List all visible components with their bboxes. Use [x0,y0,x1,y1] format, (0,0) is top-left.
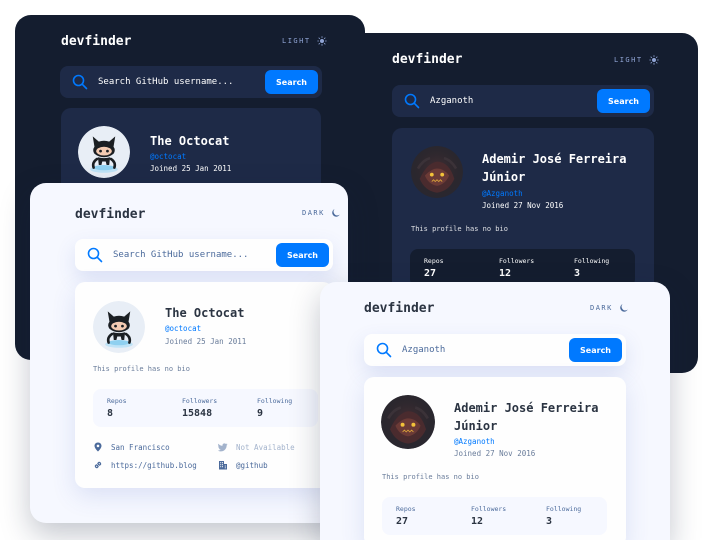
search-input[interactable]: Azganoth [402,345,569,355]
sun-icon [317,36,327,46]
theme-toggle-dark[interactable]: DARK [302,208,341,218]
theme-toggle-label: DARK [302,209,325,217]
profile-links: San Francisco Not Available https://gith… [93,442,328,470]
profile-avatar [411,146,463,198]
stat-label: Repos [107,397,127,405]
theme-toggle-label: LIGHT [614,56,643,64]
profile-avatar [93,301,145,353]
stat-value: 3 [574,268,581,279]
stat-label: Following [574,257,610,265]
profile-name-line-1: Ademir José Ferreira [454,401,599,415]
search-icon [404,93,420,109]
profile-stats: Repos 27 Followers 12 Following 3 [382,497,607,535]
profile-handle[interactable]: @Azganoth [454,437,495,446]
search-input[interactable]: Search GitHub username... [113,250,276,260]
app-logo: devfinder [392,52,463,67]
profile-avatar [381,395,435,449]
theme-toggle-dark[interactable]: DARK [590,303,629,313]
search-button[interactable]: Search [276,243,329,267]
stat-followers: Followers 15848 [168,389,243,427]
website-text[interactable]: https://github.blog [111,461,197,470]
theme-toggle-label: LIGHT [282,37,311,45]
location-text: San Francisco [111,442,170,452]
stat-following: Following 9 [243,389,318,427]
stat-value: 27 [424,268,437,279]
profile-joined: Joined 25 Jan 2011 [150,164,232,173]
website-item[interactable]: https://github.blog [93,460,218,470]
stat-following: Following 3 [532,497,607,535]
stat-value: 27 [396,516,409,527]
profile-joined: Joined 27 Nov 2016 [482,201,564,210]
moon-icon [331,208,341,218]
stat-value: 12 [499,268,512,279]
stat-label: Followers [499,257,535,265]
app-logo: devfinder [364,301,435,316]
stat-label: Repos [396,505,416,513]
profile-card: Ademir José Ferreira Júnior @Azganoth Jo… [392,128,654,298]
search-icon [376,342,392,358]
company-text[interactable]: @github [236,461,268,470]
twitter-text: Not Available [236,442,295,452]
stat-label: Following [257,397,293,405]
theme-toggle-label: DARK [590,304,613,312]
search-input[interactable]: Azganoth [430,96,597,106]
search-icon [72,74,88,90]
profile-stats: Repos 8 Followers 15848 Following 9 [93,389,318,427]
profile-joined: Joined 27 Nov 2016 [454,449,536,458]
app-logo: devfinder [61,34,132,49]
profile-avatar [78,126,130,178]
stat-label: Repos [424,257,444,265]
stat-value: 12 [471,516,484,527]
profile-card: Ademir José Ferreira Júnior @Azganoth Jo… [364,377,626,540]
theme-toggle-light[interactable]: LIGHT [282,36,327,46]
twitter-icon [218,442,228,452]
profile-bio: This profile has no bio [382,473,479,481]
stat-followers: Followers 12 [457,497,532,535]
company-item[interactable]: @github [218,460,328,470]
stat-repos: Repos 27 [382,497,457,535]
panel-light-azganoth: devfinder DARK Azganoth Search Ademir Jo… [320,282,670,540]
search-input[interactable]: Search GitHub username... [98,77,265,87]
stat-repos: Repos 8 [93,389,168,427]
theme-toggle-light[interactable]: LIGHT [614,55,659,65]
profile-handle[interactable]: @octocat [150,152,186,161]
search-button[interactable]: Search [569,338,622,362]
panel-light-octocat: devfinder DARK Search GitHub username...… [30,183,348,523]
profile-name-line-1: Ademir José Ferreira [482,152,627,166]
profile-name: The Octocat [165,306,245,320]
twitter-item: Not Available [218,442,328,452]
stat-label: Following [546,505,582,513]
profile-joined: Joined 25 Jan 2011 [165,337,247,346]
location-pin-icon [93,442,103,452]
stat-value: 3 [546,516,553,527]
sun-icon [649,55,659,65]
search-icon [87,247,103,263]
profile-name-line-2: Júnior [454,419,498,433]
location-item: San Francisco [93,442,218,452]
profile-bio: This profile has no bio [93,365,190,373]
stat-value: 9 [257,408,264,419]
stat-value: 8 [107,408,114,419]
search-bar: Azganoth Search [392,85,654,117]
moon-icon [619,303,629,313]
profile-card: The Octocat @octocat Joined 25 Jan 2011 … [75,282,333,488]
profile-name: The Octocat [150,134,230,148]
search-button[interactable]: Search [265,70,318,94]
building-icon [218,460,228,470]
search-bar: Azganoth Search [364,334,626,366]
profile-handle[interactable]: @octocat [165,324,201,333]
profile-handle[interactable]: @Azganoth [482,189,523,198]
app-logo: devfinder [75,207,146,222]
stat-label: Followers [182,397,218,405]
profile-name-line-2: Júnior [482,170,526,184]
stat-label: Followers [471,505,507,513]
search-button[interactable]: Search [597,89,650,113]
search-bar: Search GitHub username... Search [75,239,333,271]
profile-bio: This profile has no bio [411,225,508,233]
stat-value: 15848 [182,408,213,419]
search-bar: Search GitHub username... Search [60,66,322,98]
link-icon [93,460,103,470]
